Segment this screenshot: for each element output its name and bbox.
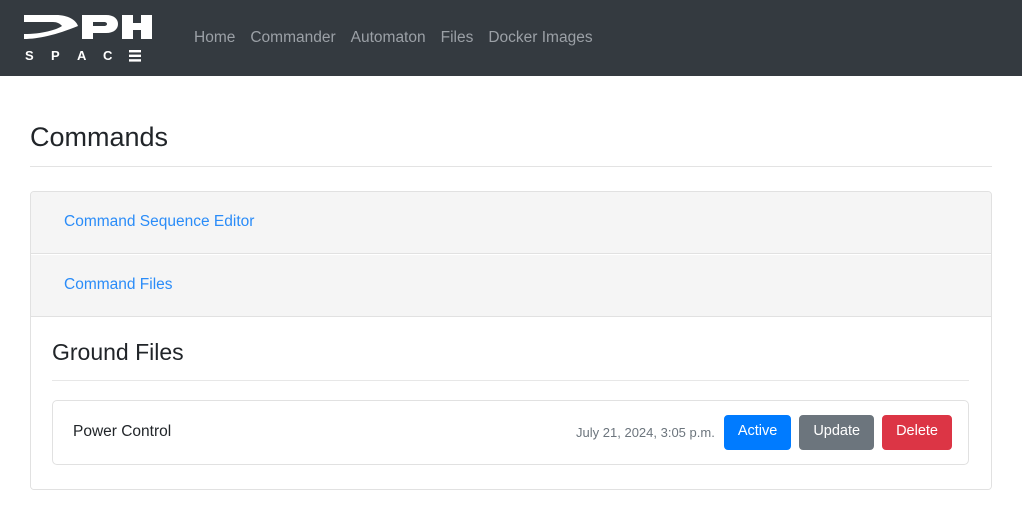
file-row-power-control: Power Control July 21, 2024, 3:05 p.m. A…: [52, 400, 969, 465]
accordion-header-command-sequence-editor[interactable]: Command Sequence Editor: [31, 192, 991, 254]
dphi-space-logo-icon: S P A C: [24, 15, 152, 63]
nav-links-list: Home Commander Automaton Files Docker Im…: [194, 0, 608, 76]
svg-text:P: P: [51, 48, 60, 63]
accordion-header-command-files[interactable]: Command Files: [31, 253, 991, 317]
commands-panel: Command Sequence Editor Command Files Gr…: [30, 191, 992, 490]
svg-text:A: A: [77, 48, 87, 63]
nav-link-docker-images[interactable]: Docker Images: [488, 22, 607, 54]
svg-text:C: C: [103, 48, 113, 63]
nav-item-home: Home: [194, 22, 250, 54]
ground-files-body: Ground Files Power Control July 21, 2024…: [31, 316, 991, 489]
nav-link-commander[interactable]: Commander: [250, 22, 350, 54]
nav-link-automaton[interactable]: Automaton: [351, 22, 441, 54]
link-command-files[interactable]: Command Files: [64, 276, 173, 293]
file-row-actions: July 21, 2024, 3:05 p.m. Active Update D…: [576, 415, 952, 450]
nav-item-files: Files: [441, 22, 489, 54]
brand-logo-dphi-space[interactable]: S P A C: [22, 9, 152, 67]
file-name-label: Power Control: [73, 423, 172, 441]
update-button[interactable]: Update: [799, 415, 875, 450]
nav-link-home[interactable]: Home: [194, 22, 250, 54]
nav-link-files[interactable]: Files: [441, 22, 489, 54]
top-navbar: S P A C Home Commander Automaton Files D…: [0, 0, 1022, 76]
page-title: Commands: [30, 121, 992, 168]
link-command-sequence-editor[interactable]: Command Sequence Editor: [64, 213, 254, 230]
svg-text:S: S: [25, 48, 34, 63]
nav-item-commander: Commander: [250, 22, 350, 54]
nav-item-docker-images: Docker Images: [488, 22, 607, 54]
file-timestamp: July 21, 2024, 3:05 p.m.: [576, 424, 715, 440]
delete-button[interactable]: Delete: [882, 415, 952, 450]
active-button[interactable]: Active: [723, 415, 792, 450]
nav-item-automaton: Automaton: [351, 22, 441, 54]
section-title-ground-files: Ground Files: [52, 339, 969, 382]
main-container: Commands Command Sequence Editor Command…: [30, 76, 992, 490]
